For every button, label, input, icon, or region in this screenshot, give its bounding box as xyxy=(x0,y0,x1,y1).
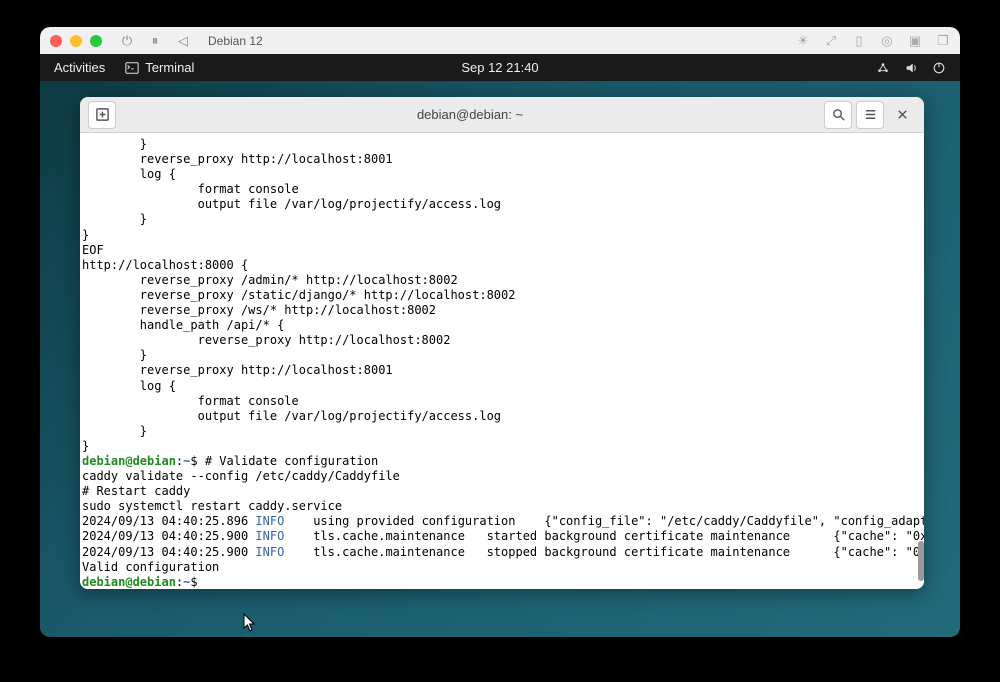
term-line: caddy validate --config /etc/caddy/Caddy… xyxy=(82,469,920,484)
back-icon[interactable]: ◁ xyxy=(176,34,190,48)
scrollbar-track[interactable] xyxy=(916,133,924,589)
mac-titlebar: ⏻ ⏸ ◁ Debian 12 ☀ ⤢ ▯ ◎ ▣ ❐ xyxy=(40,27,960,54)
terminal-title: debian@debian: ~ xyxy=(116,107,824,122)
new-tab-button[interactable] xyxy=(88,101,116,129)
log-message: using provided configuration {"config_fi… xyxy=(284,514,924,528)
term-line: } xyxy=(82,228,920,243)
log-timestamp: 2024/09/13 04:40:25.900 xyxy=(82,529,255,543)
new-tab-icon xyxy=(95,107,110,122)
close-terminal-button[interactable] xyxy=(888,101,916,129)
vm-window: ⏻ ⏸ ◁ Debian 12 ☀ ⤢ ▯ ◎ ▣ ❐ Activities T… xyxy=(40,27,960,637)
maximize-window-button[interactable] xyxy=(90,35,102,47)
term-log-line: 2024/09/13 04:40:25.896 INFO using provi… xyxy=(82,514,920,529)
term-line: sudo systemctl restart caddy.service xyxy=(82,499,920,514)
log-level: INFO xyxy=(255,545,284,559)
term-prompt-line: debian@debian:~$ # Validate configuratio… xyxy=(82,454,920,469)
terminal-app-icon xyxy=(125,61,139,75)
term-line: reverse_proxy /static/django/* http://lo… xyxy=(82,288,920,303)
log-level: INFO xyxy=(255,529,284,543)
term-line: } xyxy=(82,424,920,439)
log-timestamp: 2024/09/13 04:40:25.896 xyxy=(82,514,255,528)
activities-button[interactable]: Activities xyxy=(54,60,105,75)
log-level: INFO xyxy=(255,514,284,528)
power-menu-icon[interactable] xyxy=(932,61,946,75)
term-line: http://localhost:8000 { xyxy=(82,258,920,273)
network-icon[interactable] xyxy=(876,61,890,75)
term-prompt-line: debian@debian:~$ xyxy=(82,575,920,589)
device-icon[interactable]: ▯ xyxy=(852,34,866,48)
term-line: handle_path /api/* { xyxy=(82,318,920,333)
log-timestamp: 2024/09/13 04:40:25.900 xyxy=(82,545,255,559)
resize-icon[interactable]: ⤢ xyxy=(824,34,838,48)
term-line: reverse_proxy http://localhost:8002 xyxy=(82,333,920,348)
active-app-indicator[interactable]: Terminal xyxy=(125,60,194,75)
minimize-window-button[interactable] xyxy=(70,35,82,47)
term-line: output file /var/log/projectify/access.l… xyxy=(82,409,920,424)
gnome-clock[interactable]: Sep 12 21:40 xyxy=(461,60,538,75)
windows-icon[interactable]: ❐ xyxy=(936,34,950,48)
close-window-button[interactable] xyxy=(50,35,62,47)
gnome-desktop: debian@debian: ~ } reverse_proxy http://… xyxy=(40,81,960,637)
term-line: format console xyxy=(82,182,920,197)
disc-icon[interactable]: ◎ xyxy=(880,34,894,48)
traffic-lights xyxy=(50,35,102,47)
terminal-window: debian@debian: ~ } reverse_proxy http://… xyxy=(80,97,924,589)
term-line: EOF xyxy=(82,243,920,258)
log-message: tls.cache.maintenance started background… xyxy=(284,529,924,543)
term-line: # Restart caddy xyxy=(82,484,920,499)
term-line: } xyxy=(82,439,920,454)
term-line: reverse_proxy /admin/* http://localhost:… xyxy=(82,273,920,288)
hamburger-icon xyxy=(863,107,878,122)
term-line: format console xyxy=(82,394,920,409)
term-line: output file /var/log/projectify/access.l… xyxy=(82,197,920,212)
terminal-output[interactable]: } reverse_proxy http://localhost:8001 lo… xyxy=(80,133,924,589)
term-line: log { xyxy=(82,167,920,182)
term-line: } xyxy=(82,348,920,363)
terminal-titlebar: debian@debian: ~ xyxy=(80,97,924,133)
close-icon xyxy=(895,107,910,122)
term-line: reverse_proxy /ws/* http://localhost:800… xyxy=(82,303,920,318)
scrollbar-thumb[interactable] xyxy=(918,541,924,581)
search-icon xyxy=(831,107,846,122)
term-line: log { xyxy=(82,379,920,394)
prompt-user: debian@debian xyxy=(82,575,176,589)
prompt-command: $ xyxy=(190,575,204,589)
gnome-topbar-left: Activities Terminal xyxy=(54,60,194,75)
pause-icon[interactable]: ⏸ xyxy=(148,34,162,48)
term-log-line: 2024/09/13 04:40:25.900 INFO tls.cache.m… xyxy=(82,545,920,560)
log-message: tls.cache.maintenance stopped background… xyxy=(284,545,924,559)
term-line: } xyxy=(82,137,920,152)
vm-title: Debian 12 xyxy=(208,34,263,48)
term-line: Valid configuration xyxy=(82,560,920,575)
mac-toolbar-left: ⏻ ⏸ ◁ xyxy=(120,34,190,48)
folder-icon[interactable]: ▣ xyxy=(908,34,922,48)
term-line: reverse_proxy http://localhost:8001 xyxy=(82,152,920,167)
term-log-line: 2024/09/13 04:40:25.900 INFO tls.cache.m… xyxy=(82,529,920,544)
power-icon[interactable]: ⏻ xyxy=(120,34,134,48)
term-line: } xyxy=(82,212,920,227)
terminal-titlebar-right xyxy=(824,101,916,129)
volume-icon[interactable] xyxy=(904,61,918,75)
prompt-user: debian@debian xyxy=(82,454,176,468)
term-line: reverse_proxy http://localhost:8001 xyxy=(82,363,920,378)
menu-button[interactable] xyxy=(856,101,884,129)
display-icon[interactable]: ☀ xyxy=(796,34,810,48)
mac-toolbar-right: ☀ ⤢ ▯ ◎ ▣ ❐ xyxy=(796,34,950,48)
gnome-topbar-right xyxy=(876,61,946,75)
prompt-command: $ # Validate configuration xyxy=(190,454,378,468)
active-app-label: Terminal xyxy=(145,60,194,75)
gnome-topbar: Activities Terminal Sep 12 21:40 xyxy=(40,54,960,81)
search-button[interactable] xyxy=(824,101,852,129)
